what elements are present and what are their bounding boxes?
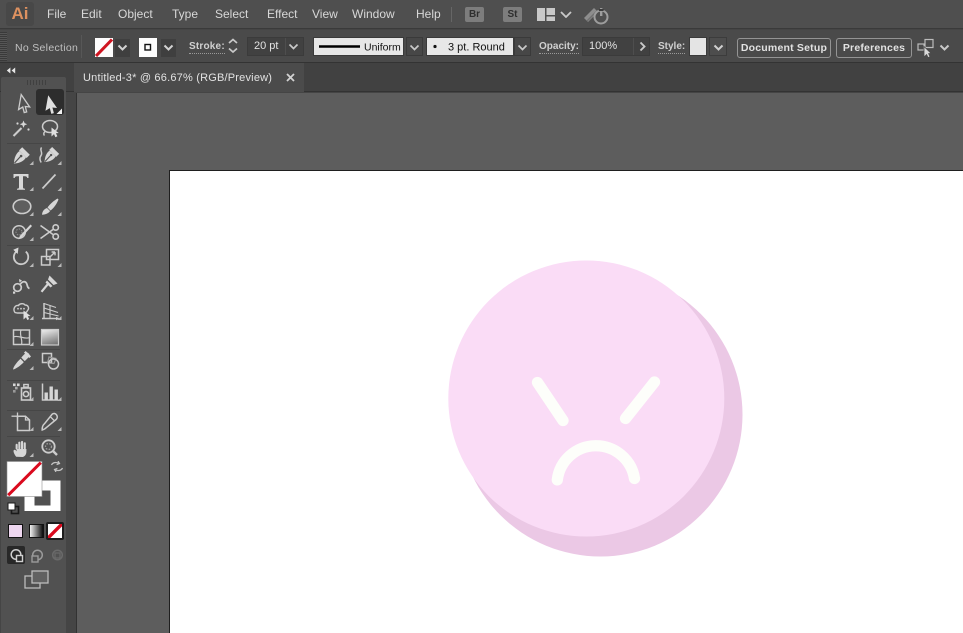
svg-text:Uniform: Uniform [364,42,401,54]
svg-text:3 pt. Round: 3 pt. Round [448,42,505,54]
